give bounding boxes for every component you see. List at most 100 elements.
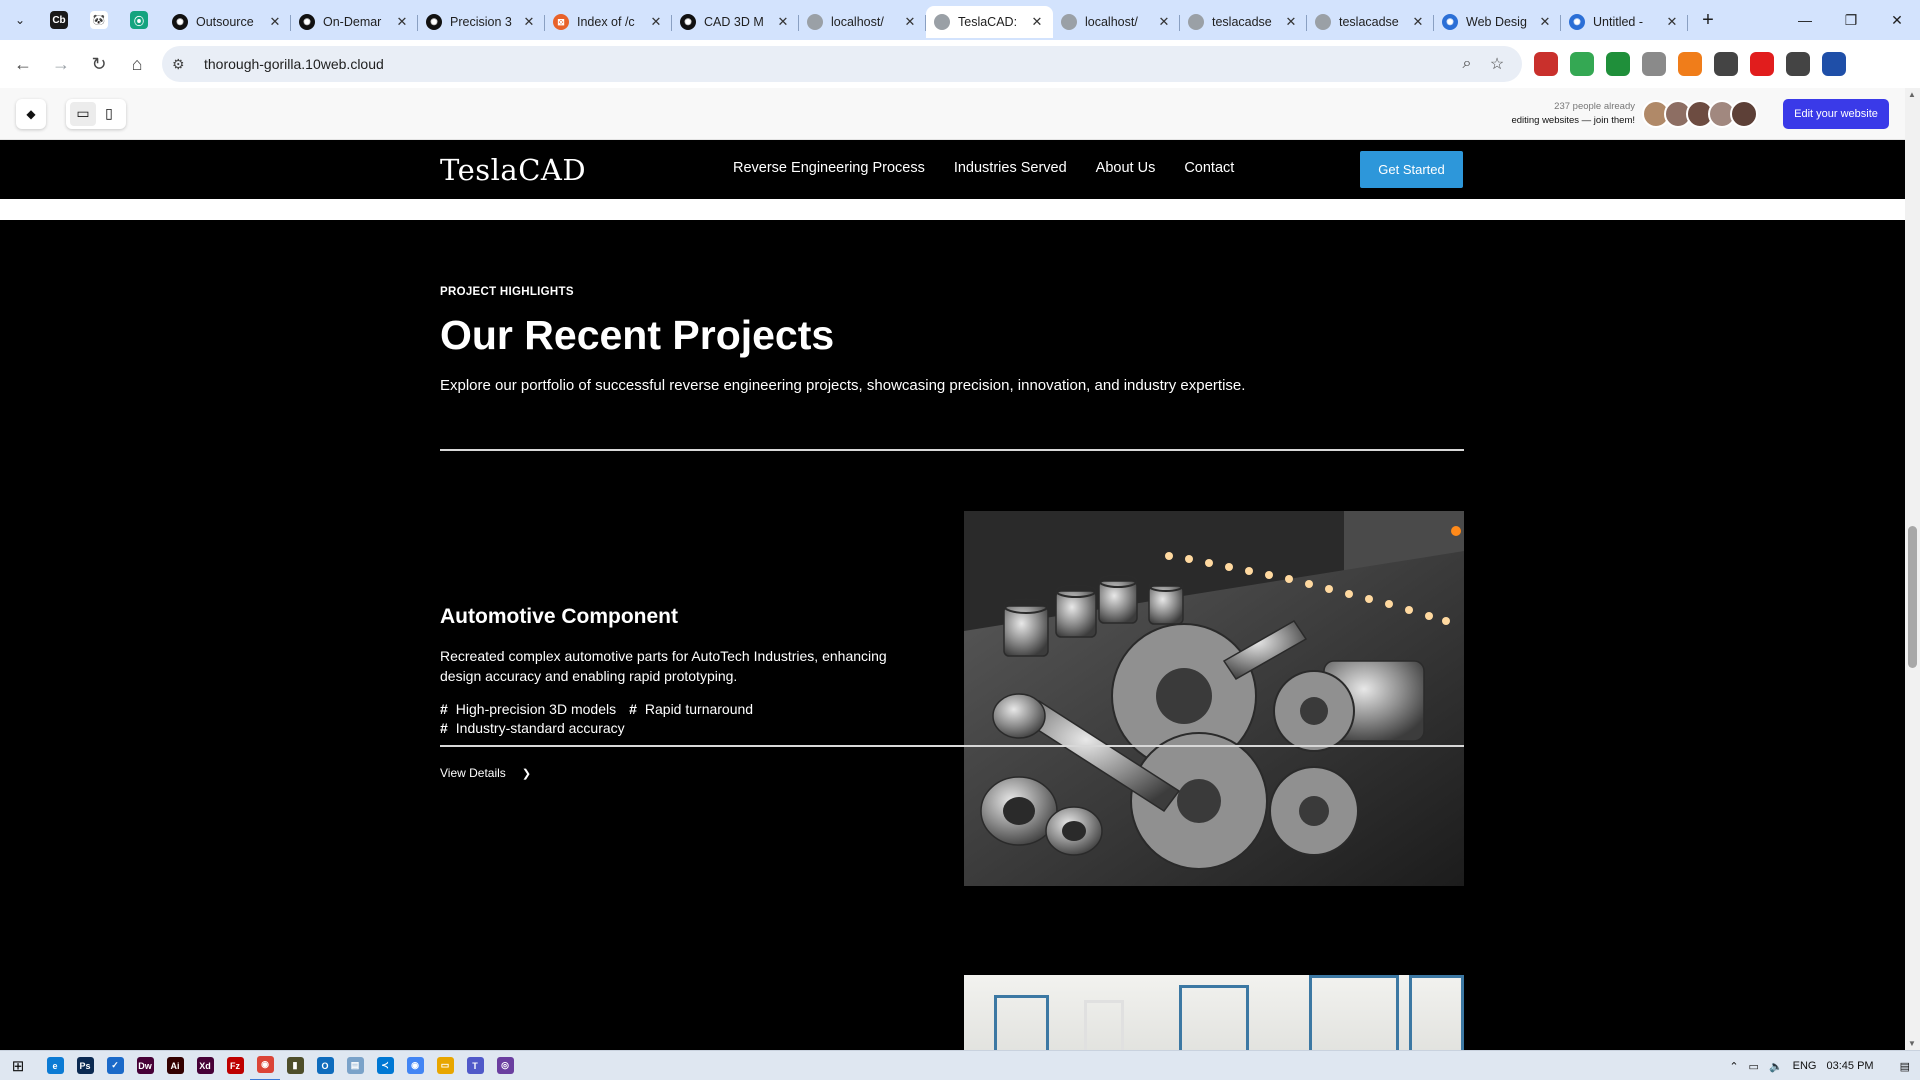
tab-close-icon[interactable]: ✕ <box>267 14 283 30</box>
taskbar-app-icon[interactable]: Ps <box>70 1051 100 1080</box>
editor-logo-icon[interactable]: ◆ <box>16 98 46 129</box>
app-glyph: T <box>466 1057 484 1074</box>
mobile-view-icon[interactable]: ▯ <box>96 102 122 126</box>
browser-tab[interactable]: ✺ Web Desig ✕ <box>1434 6 1561 38</box>
tab-close-icon[interactable]: ✕ <box>902 14 918 30</box>
scroll-up-icon[interactable]: ▲ <box>1908 90 1916 99</box>
tab-close-icon[interactable]: ✕ <box>1537 14 1553 30</box>
app-glyph: Xd <box>196 1057 214 1074</box>
ext-pen-icon[interactable] <box>1714 52 1738 76</box>
app-glyph: ▭ <box>436 1057 454 1074</box>
tab-close-icon[interactable]: ✕ <box>775 14 791 30</box>
notifications-icon[interactable]: ▤ <box>1900 1060 1910 1073</box>
windows-start-icon[interactable]: ⊞ <box>0 1051 36 1080</box>
reload-button[interactable]: ↻ <box>82 47 116 81</box>
pinned-tab[interactable]: Cb <box>44 6 74 34</box>
browser-tab[interactable]: ✺ Precision 3 ✕ <box>418 6 545 38</box>
taskbar-app-icon[interactable]: O <box>310 1051 340 1080</box>
forward-button[interactable]: → <box>44 47 78 81</box>
app-glyph: ≺ <box>376 1057 394 1074</box>
tab-close-icon[interactable]: ✕ <box>394 14 410 30</box>
taskbar-app-icon[interactable]: ▤ <box>340 1051 370 1080</box>
browser-tab[interactable]: ✺ Untitled - ✕ <box>1561 6 1688 38</box>
tab-close-icon[interactable]: ✕ <box>1283 14 1299 30</box>
taskbar-app-icon[interactable]: ▭ <box>430 1051 460 1080</box>
close-window-button[interactable]: ✕ <box>1874 0 1920 40</box>
new-tab-button[interactable]: + <box>1694 6 1722 34</box>
project-tag-label: Industry-standard accuracy <box>455 720 625 736</box>
tab-close-icon[interactable]: ✕ <box>1156 14 1172 30</box>
taskbar-app-icon[interactable]: Xd <box>190 1051 220 1080</box>
bookmark-star-icon[interactable]: ☆ <box>1482 54 1512 74</box>
taskbar-app-icon[interactable]: ◉ <box>250 1051 280 1080</box>
taskbar-app-icon[interactable]: Ai <box>160 1051 190 1080</box>
browser-tab[interactable]: teslacadse ✕ <box>1307 6 1434 38</box>
language-indicator[interactable]: ENG <box>1793 1060 1817 1072</box>
scroll-down-icon[interactable]: ▼ <box>1908 1039 1916 1048</box>
url-text[interactable]: thorough-gorilla.10web.cloud <box>204 56 1452 72</box>
browser-tab[interactable]: localhost/ ✕ <box>1053 6 1180 38</box>
ext-plus-icon[interactable] <box>1570 52 1594 76</box>
profile-icon[interactable] <box>1822 52 1846 76</box>
browser-tab[interactable]: teslacadse ✕ <box>1180 6 1307 38</box>
tab-favicon-icon: ✺ <box>1569 14 1585 30</box>
tab-close-icon[interactable]: ✕ <box>1029 14 1045 30</box>
taskbar-app-icon[interactable]: e <box>40 1051 70 1080</box>
tab-close-icon[interactable]: ✕ <box>648 14 664 30</box>
project-tags: # High-precision 3D models # Rapid turnarou… <box>440 701 840 739</box>
ext-orange-icon[interactable] <box>1678 52 1702 76</box>
view-details-link[interactable]: View Details ❯ <box>440 766 531 780</box>
volume-icon[interactable]: 🔈 <box>1769 1060 1783 1073</box>
taskbar-app-icon[interactable]: ▮ <box>280 1051 310 1080</box>
nav-link[interactable]: Industries Served <box>954 160 1067 176</box>
tab-close-icon[interactable]: ✕ <box>1664 14 1680 30</box>
pinned-tab[interactable]: 🐼 <box>84 6 114 34</box>
restore-button[interactable]: ❐ <box>1828 0 1874 40</box>
tab-close-icon[interactable]: ✕ <box>521 14 537 30</box>
taskbar-app-icon[interactable]: T <box>460 1051 490 1080</box>
browser-tab[interactable]: localhost/ ✕ <box>799 6 926 38</box>
join-count: 237 <box>1554 101 1571 112</box>
taskbar-app-icon[interactable]: Dw <box>130 1051 160 1080</box>
opera-icon[interactable] <box>1750 52 1774 76</box>
desktop-view-icon[interactable]: ▭ <box>70 101 96 126</box>
scrollbar-thumb[interactable] <box>1908 526 1917 668</box>
app-glyph: O <box>316 1057 334 1074</box>
taskbar-app-icon[interactable]: ◉ <box>400 1051 430 1080</box>
taskbar-app-icon[interactable]: ≺ <box>370 1051 400 1080</box>
puzzle-icon[interactable] <box>1786 52 1810 76</box>
taskbar-app-icon[interactable]: ✓ <box>100 1051 130 1080</box>
home-button[interactable]: ⌂ <box>120 47 154 81</box>
site-logo[interactable]: TeslaCAD <box>440 153 586 187</box>
page-scrollbar[interactable]: ▲ ▼ <box>1905 88 1920 1050</box>
clock[interactable]: 03:45 PM <box>1827 1060 1874 1072</box>
back-button[interactable]: ← <box>6 47 40 81</box>
tray-chevron-icon[interactable]: ⌃ <box>1729 1060 1738 1073</box>
edit-website-button[interactable]: Edit your website <box>1783 99 1889 129</box>
tab-close-icon[interactable]: ✕ <box>1410 14 1426 30</box>
zoom-icon[interactable]: ⌕ <box>1452 55 1482 73</box>
network-icon[interactable]: ▭ <box>1749 1060 1759 1073</box>
site-info-icon[interactable]: ⚙ <box>172 56 194 73</box>
address-bar[interactable]: ⚙ thorough-gorilla.10web.cloud ⌕ ☆ <box>162 46 1522 82</box>
header-spacer <box>0 199 1905 220</box>
browser-tab[interactable]: ✺ On-Demar ✕ <box>291 6 418 38</box>
browser-tab[interactable]: TeslaCAD: ✕ <box>926 6 1053 38</box>
ext-bw-icon[interactable] <box>1606 52 1630 76</box>
nav-link[interactable]: Contact <box>1184 160 1234 176</box>
browser-tab[interactable]: ✺ Outsource ✕ <box>164 6 291 38</box>
browser-tab[interactable]: ⊠ Index of /c ✕ <box>545 6 672 38</box>
minimize-button[interactable]: — <box>1782 0 1828 40</box>
get-started-button[interactable]: Get Started <box>1360 151 1463 188</box>
taskbar-app-icon[interactable]: ◎ <box>490 1051 520 1080</box>
pinned-tab[interactable]: ⦿ <box>124 6 154 34</box>
tab-search-chevron-icon[interactable]: ⌄ <box>6 6 34 34</box>
taskbar-app-icon[interactable]: Fz <box>220 1051 250 1080</box>
nav-link[interactable]: About Us <box>1096 160 1156 176</box>
tab-title: CAD 3D M <box>704 15 764 29</box>
nav-link[interactable]: Reverse Engineering Process <box>733 160 925 176</box>
camera-icon[interactable] <box>1642 52 1666 76</box>
section-heading: Our Recent Projects <box>440 312 835 358</box>
browser-tab[interactable]: ✺ CAD 3D M ✕ <box>672 6 799 38</box>
ext-red-icon[interactable] <box>1534 52 1558 76</box>
